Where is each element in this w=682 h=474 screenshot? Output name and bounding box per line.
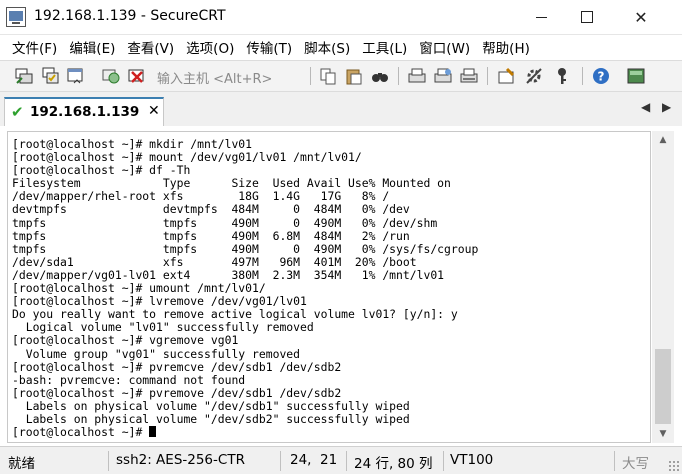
key-icon[interactable] xyxy=(552,66,572,86)
terminal-line: [root@localhost ~]# mkdir /mnt/lv01 xyxy=(12,137,253,151)
tab-scroll-left-icon[interactable]: ◀ xyxy=(641,100,650,114)
terminal-line: -bash: pvremcve: command not found xyxy=(12,372,246,387)
status-terminal-size: 24 行, 80 列 xyxy=(354,456,433,472)
toolbar-separator xyxy=(582,67,583,85)
scroll-thumb[interactable] xyxy=(655,349,671,424)
menu-help[interactable]: 帮助(H) xyxy=(482,37,530,57)
menu-file[interactable]: 文件(F) xyxy=(12,37,57,57)
terminal-line: [root@localhost ~]# xyxy=(12,425,150,440)
maximize-icon xyxy=(581,11,593,23)
terminal-line: [root@localhost ~]# df -Th xyxy=(12,163,191,178)
status-ready: 就绪 xyxy=(8,456,35,472)
print-icon[interactable] xyxy=(407,66,427,86)
paste-icon[interactable] xyxy=(344,66,364,86)
title-bar: 192.168.1.139 - SecureCRT ✕ xyxy=(0,0,682,35)
status-cursor-position: 24, 21 xyxy=(290,452,338,468)
terminal-line: tmpfs tmpfs 490M 0 490M 0% /sys/fs/cgrou… xyxy=(12,241,479,256)
maximize-button[interactable] xyxy=(564,0,610,34)
status-separator xyxy=(346,451,347,471)
toolbar: 输入主机 <Alt+R> ? xyxy=(0,60,682,92)
terminal-line: tmpfs tmpfs 490M 6.8M 484M 2% /run xyxy=(12,228,410,243)
close-button[interactable]: ✕ xyxy=(618,0,664,34)
menu-tools[interactable]: 工具(L) xyxy=(362,37,407,57)
terminal-line: Filesystem Type Size Used Avail Use% Mou… xyxy=(12,176,451,191)
copy-icon[interactable] xyxy=(318,66,338,86)
connect-in-tab-icon[interactable] xyxy=(66,66,86,86)
tab-close-icon[interactable]: ✕ xyxy=(148,103,160,119)
terminal-line: tmpfs tmpfs 490M 0 490M 0% /dev/shm xyxy=(12,215,438,230)
connect-icon[interactable] xyxy=(14,66,34,86)
session-tab[interactable]: ✔ 192.168.1.139 ✕ xyxy=(4,97,164,126)
terminal-line: [root@localhost ~]# pvremcve /dev/sdb1 /… xyxy=(12,359,342,374)
terminal-line: Volume group "vg01" successfully removed xyxy=(12,346,301,361)
window-title: 192.168.1.139 - SecureCRT xyxy=(34,8,226,24)
minimize-button[interactable] xyxy=(518,0,564,34)
terminal-line: /dev/mapper/rhel-root xfs 18G 1.4G 17G 8… xyxy=(12,189,390,204)
menu-bar: 文件(F) 编辑(E) 查看(V) 选项(O) 传输(T) 脚本(S) 工具(L… xyxy=(0,35,682,59)
scroll-down-icon[interactable]: ▼ xyxy=(652,425,674,443)
terminal-line: Do you really want to remove active logi… xyxy=(12,307,458,322)
terminal-line: Labels on physical volume "/dev/sdb1" su… xyxy=(12,398,410,413)
terminal-line: /dev/sda1 xfs 497M 96M 401M 20% /boot xyxy=(12,254,417,269)
close-icon: ✕ xyxy=(634,7,648,27)
reconnect-icon[interactable] xyxy=(101,66,121,86)
terminal-screen[interactable]: [root@localhost ~]# mkdir /mnt/lv01 [roo… xyxy=(7,131,651,443)
menu-options[interactable]: 选项(O) xyxy=(186,37,234,57)
status-session: ssh2: AES-256-CTR xyxy=(116,452,245,468)
quick-connect-input[interactable]: 输入主机 <Alt+R> xyxy=(157,68,307,87)
status-emulation: VT100 xyxy=(450,452,494,468)
screen-icon[interactable] xyxy=(626,66,646,86)
find-icon[interactable] xyxy=(370,66,390,86)
session-options-icon[interactable] xyxy=(497,66,517,86)
terminal-output: [root@localhost ~]# mkdir /mnt/lv01 [roo… xyxy=(12,137,479,440)
terminal-cursor xyxy=(149,426,157,438)
global-options-icon[interactable] xyxy=(524,66,544,86)
print-selection-icon[interactable] xyxy=(433,66,453,86)
toolbar-separator xyxy=(310,67,311,85)
terminal-line: [root@localhost ~]# mount /dev/vg01/lv01… xyxy=(12,150,362,165)
help-icon[interactable]: ? xyxy=(591,66,611,86)
quick-connect-icon[interactable] xyxy=(40,66,60,86)
status-bar: 就绪 ssh2: AES-256-CTR 24, 21 24 行, 80 列 V… xyxy=(0,446,682,474)
tab-scroll-right-icon[interactable]: ▶ xyxy=(662,100,671,114)
status-caps-lock: 大写 xyxy=(622,456,649,472)
terminal-line: [root@localhost ~]# pvremove /dev/sdb1 /… xyxy=(12,385,342,400)
svg-text:?: ? xyxy=(598,70,605,84)
terminal-scrollbar[interactable]: ▲ ▼ xyxy=(652,131,674,443)
menu-view[interactable]: 查看(V) xyxy=(127,37,174,57)
scroll-up-icon[interactable]: ▲ xyxy=(652,131,674,149)
status-separator xyxy=(108,451,109,471)
terminal-line: /dev/mapper/vg01-lv01 ext4 380M 2.3M 354… xyxy=(12,267,445,282)
toolbar-separator xyxy=(398,67,399,85)
menu-window[interactable]: 窗口(W) xyxy=(419,37,470,57)
securecrt-app-icon xyxy=(6,7,26,27)
session-tab-bar: ✔ 192.168.1.139 ✕ ◀ ▶ xyxy=(0,92,682,126)
menu-transfer[interactable]: 传输(T) xyxy=(246,37,292,57)
connected-check-icon: ✔ xyxy=(11,103,24,121)
disconnect-icon[interactable] xyxy=(127,66,147,86)
status-separator xyxy=(614,451,615,471)
print-setup-icon[interactable] xyxy=(459,66,479,86)
status-separator xyxy=(280,451,281,471)
tab-label: 192.168.1.139 xyxy=(30,104,140,120)
minimize-icon xyxy=(535,16,547,18)
terminal-line: [root@localhost ~]# vgremove vg01 xyxy=(12,333,239,348)
status-separator xyxy=(443,451,444,471)
terminal-line: [root@localhost ~]# umount /mnt/lv01/ xyxy=(12,281,266,296)
terminal-line: devtmpfs devtmpfs 484M 0 484M 0% /dev xyxy=(12,202,410,217)
terminal-line: Logical volume "lv01" successfully remov… xyxy=(12,320,314,335)
terminal-line: [root@localhost ~]# lvremove /dev/vg01/l… xyxy=(12,294,307,309)
menu-script[interactable]: 脚本(S) xyxy=(304,37,350,57)
menu-edit[interactable]: 编辑(E) xyxy=(69,37,115,57)
toolbar-separator xyxy=(487,67,488,85)
resize-grip-icon[interactable] xyxy=(668,460,680,472)
terminal-line: Labels on physical volume "/dev/sdb2" su… xyxy=(12,411,410,426)
